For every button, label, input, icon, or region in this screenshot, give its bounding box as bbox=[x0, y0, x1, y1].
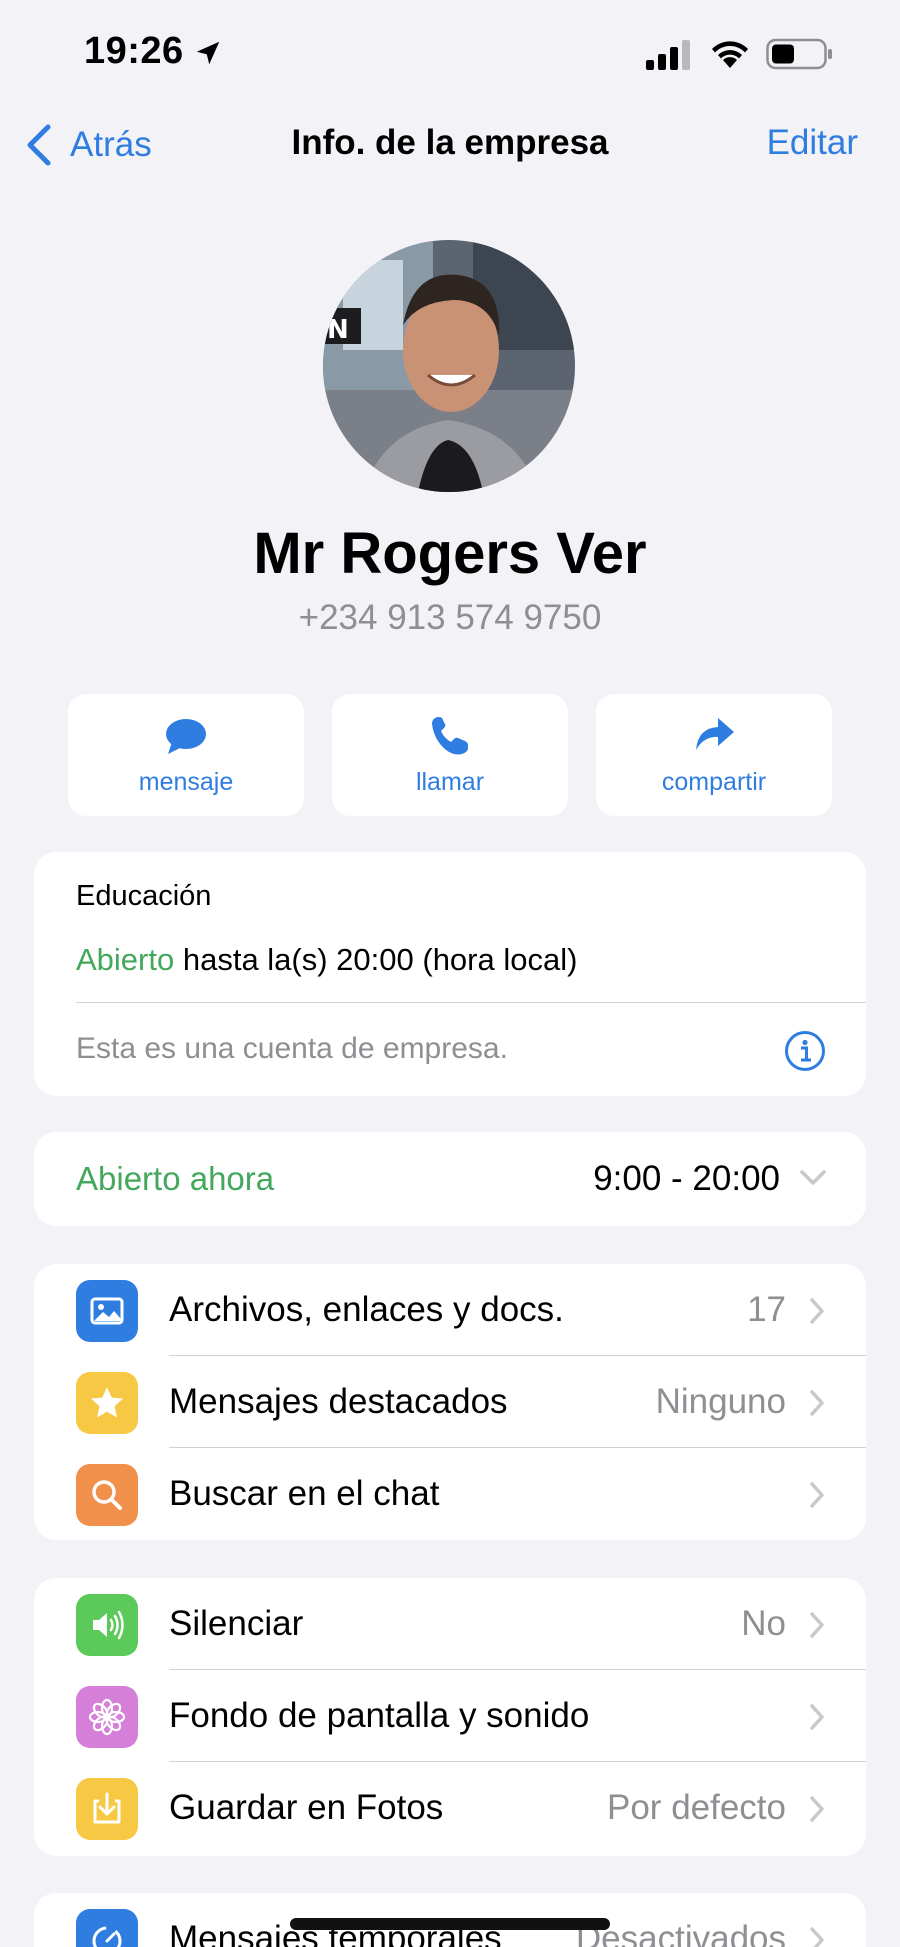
search-icon bbox=[76, 1464, 138, 1526]
row-value: No bbox=[741, 1604, 786, 1643]
open-now-label: Abierto ahora bbox=[76, 1160, 275, 1197]
row-search-chat[interactable]: Buscar en el chat bbox=[34, 1448, 866, 1540]
row-mute[interactable]: Silenciar No bbox=[34, 1578, 866, 1670]
call-label: llamar bbox=[415, 767, 485, 796]
svg-text:N: N bbox=[327, 315, 349, 345]
row-label: Fondo de pantalla y sonido bbox=[169, 1696, 590, 1735]
share-label: compartir bbox=[661, 767, 767, 796]
row-value: Ninguno bbox=[655, 1382, 786, 1421]
chevron-right-icon bbox=[810, 1482, 824, 1508]
chevron-down-icon bbox=[800, 1170, 826, 1185]
battery-icon bbox=[766, 38, 832, 70]
share-button[interactable]: compartir bbox=[596, 694, 832, 816]
location-arrow-icon bbox=[196, 41, 220, 65]
save-download-icon bbox=[76, 1778, 138, 1840]
row-value: 17 bbox=[747, 1290, 786, 1329]
row-starred-messages[interactable]: Mensajes destacados Ninguno bbox=[34, 1356, 866, 1448]
star-icon bbox=[76, 1372, 138, 1434]
photo-icon bbox=[76, 1280, 138, 1342]
row-files-links-docs[interactable]: Archivos, enlaces y docs. 17 bbox=[34, 1264, 866, 1356]
share-arrow-icon bbox=[696, 717, 734, 750]
contact-name: Mr Rogers Ver bbox=[253, 521, 647, 586]
row-label: Guardar en Fotos bbox=[169, 1788, 444, 1827]
chevron-right-icon bbox=[810, 1704, 824, 1730]
speaker-icon bbox=[76, 1594, 138, 1656]
info-icon[interactable] bbox=[784, 1030, 826, 1072]
contact-phone: +234 913 574 9750 bbox=[298, 598, 602, 637]
action-buttons: mensaje llamar compartir bbox=[68, 694, 832, 816]
row-label: Buscar en el chat bbox=[169, 1474, 440, 1513]
message-label: mensaje bbox=[138, 767, 234, 796]
business-hours-line: Abierto hasta la(s) 20:00 (hora local) bbox=[76, 942, 577, 978]
timer-icon bbox=[76, 1909, 138, 1947]
chevron-right-icon bbox=[810, 1298, 824, 1324]
hours-detail: hasta la(s) 20:00 (hora local) bbox=[174, 942, 578, 977]
chevron-right-icon bbox=[810, 1796, 824, 1822]
call-button[interactable]: llamar bbox=[332, 694, 568, 816]
business-info-card: Educación Abierto hasta la(s) 20:00 (hor… bbox=[34, 852, 866, 1096]
status-bar: 19:26 bbox=[0, 0, 900, 110]
row-label: Mensajes destacados bbox=[169, 1382, 508, 1421]
home-indicator[interactable] bbox=[290, 1918, 610, 1930]
flower-icon bbox=[76, 1686, 138, 1748]
opening-hours-row[interactable]: Abierto ahora 9:00 - 20:00 bbox=[34, 1132, 866, 1226]
row-label: Silenciar bbox=[169, 1604, 304, 1643]
row-save-to-photos[interactable]: Guardar en Fotos Por defecto bbox=[34, 1762, 866, 1854]
divider bbox=[76, 1002, 866, 1003]
profile-photo: N bbox=[323, 240, 575, 492]
page-title: Info. de la empresa bbox=[291, 123, 609, 162]
avatar[interactable]: N bbox=[323, 240, 575, 492]
row-label: Archivos, enlaces y docs. bbox=[169, 1290, 564, 1329]
business-category: Educación bbox=[76, 880, 212, 912]
message-bubble-icon bbox=[166, 718, 206, 754]
business-account-note: Esta es una cuenta de empresa. bbox=[76, 1032, 508, 1065]
phone-icon bbox=[432, 716, 468, 754]
chat-settings-group: Silenciar No Fondo de pantalla y sonido … bbox=[34, 1578, 866, 1856]
wifi-icon bbox=[712, 41, 748, 68]
cellular-signal-icon bbox=[646, 40, 690, 70]
media-settings-group: Archivos, enlaces y docs. 17 Mensajes de… bbox=[34, 1264, 866, 1540]
hours-range: 9:00 - 20:00 bbox=[593, 1159, 780, 1198]
open-status: Abierto bbox=[76, 942, 175, 977]
row-wallpaper-sound[interactable]: Fondo de pantalla y sonido bbox=[34, 1670, 866, 1762]
chevron-right-icon bbox=[810, 1927, 824, 1947]
chevron-right-icon bbox=[810, 1390, 824, 1416]
row-value: Por defecto bbox=[607, 1788, 786, 1827]
status-time: 19:26 bbox=[84, 30, 184, 72]
chevron-right-icon bbox=[810, 1612, 824, 1638]
message-button[interactable]: mensaje bbox=[68, 694, 304, 816]
edit-button[interactable]: Editar bbox=[767, 123, 858, 163]
